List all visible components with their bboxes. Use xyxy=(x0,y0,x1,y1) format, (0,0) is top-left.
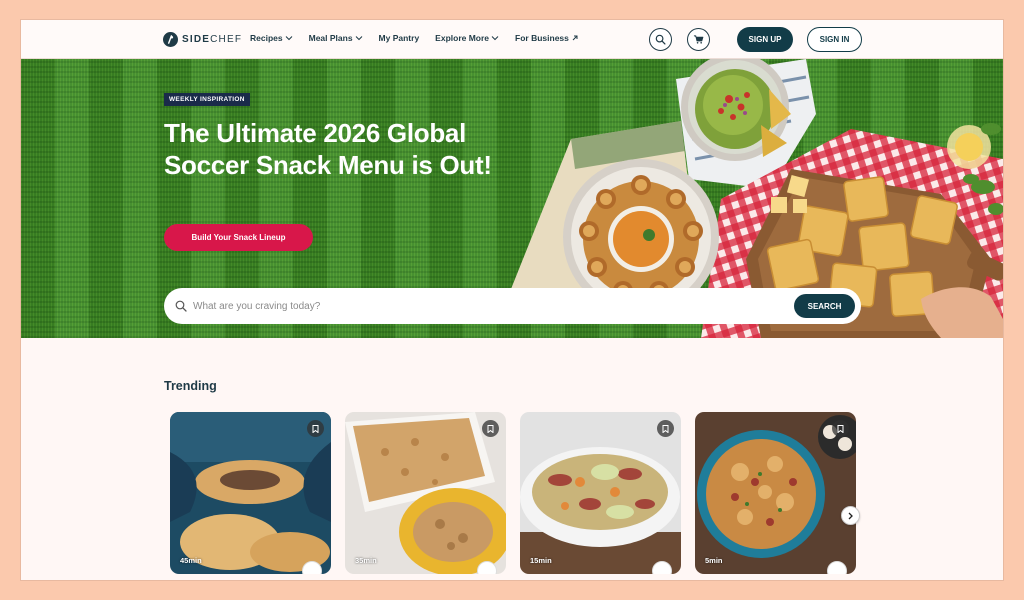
bookmark-button[interactable] xyxy=(657,420,674,437)
bookmark-button[interactable] xyxy=(482,420,499,437)
recipe-photo xyxy=(345,412,506,574)
hero-banner: WEEKLY INSPIRATION The Ultimate 2026 Glo… xyxy=(21,59,1003,338)
carousel-next-button[interactable] xyxy=(841,506,860,525)
hero-title: The Ultimate 2026 Global Soccer Snack Me… xyxy=(164,118,492,180)
cook-time: 15min xyxy=(530,556,552,565)
main-nav: Recipes Meal Plans My Pantry Explore Mor… xyxy=(250,33,595,43)
chevron-down-icon xyxy=(491,36,499,41)
recipe-card[interactable]: 15min xyxy=(520,412,681,574)
nav-recipes-label: Recipes xyxy=(250,33,283,43)
trending-heading: Trending xyxy=(164,379,217,393)
chevron-right-icon xyxy=(848,512,853,519)
nav-meal-plans[interactable]: Meal Plans xyxy=(309,33,363,43)
cook-time: 35min xyxy=(355,556,377,565)
author-avatar xyxy=(652,561,672,574)
trending-carousel: 45min 35min 15min 5min xyxy=(170,412,860,580)
sign-up-button[interactable]: SIGN UP xyxy=(737,27,793,52)
bookmark-icon xyxy=(837,424,844,433)
search-input[interactable] xyxy=(193,300,783,312)
logo-text: SIDECHEF xyxy=(182,33,243,45)
cart-icon xyxy=(693,35,704,44)
search-icon xyxy=(175,300,187,312)
nav-recipes[interactable]: Recipes xyxy=(250,33,293,43)
chevron-down-icon xyxy=(285,36,292,41)
nav-meal-plans-label: Meal Plans xyxy=(308,33,353,43)
browser-window: SIDECHEF Recipes Meal Plans My Pantry Ex… xyxy=(21,20,1003,580)
top-navigation: SIDECHEF Recipes Meal Plans My Pantry Ex… xyxy=(21,20,1003,59)
nav-explore-more[interactable]: Explore More xyxy=(435,33,499,43)
cook-time: 5min xyxy=(705,556,723,565)
nav-my-pantry-label: My Pantry xyxy=(378,33,420,43)
external-arrow-icon xyxy=(572,35,578,41)
recipe-photo xyxy=(520,412,681,574)
chevron-down-icon xyxy=(355,36,362,41)
search-submit-button[interactable]: SEARCH xyxy=(794,294,855,318)
recipe-photo xyxy=(695,412,856,574)
author-avatar xyxy=(477,561,497,574)
bookmark-button[interactable] xyxy=(307,420,324,437)
recipe-search-bar: SEARCH xyxy=(164,288,861,324)
bookmark-icon xyxy=(487,424,494,433)
bookmark-icon xyxy=(662,424,669,433)
sidechef-logo[interactable]: SIDECHEF xyxy=(163,30,242,48)
bookmark-button[interactable] xyxy=(832,420,849,437)
cook-time: 45min xyxy=(180,556,202,565)
recipe-photo xyxy=(170,412,331,574)
weekly-inspiration-badge: WEEKLY INSPIRATION xyxy=(164,93,250,106)
nav-for-business-label: For Business xyxy=(515,33,569,43)
recipe-card[interactable]: 45min xyxy=(170,412,331,574)
bookmark-icon xyxy=(312,424,319,433)
sign-in-button[interactable]: SIGN IN xyxy=(807,27,862,52)
cart-button[interactable] xyxy=(687,28,710,51)
nav-for-business[interactable]: For Business xyxy=(515,33,579,43)
recipe-card[interactable]: 35min xyxy=(345,412,506,574)
nav-explore-more-label: Explore More xyxy=(435,33,490,43)
nav-my-pantry[interactable]: My Pantry xyxy=(379,33,420,43)
search-icon xyxy=(655,34,666,45)
recipe-card[interactable]: 5min xyxy=(695,412,856,574)
search-button[interactable] xyxy=(649,28,672,51)
author-avatar xyxy=(827,561,847,574)
build-snack-lineup-button[interactable]: Build Your Snack Lineup xyxy=(164,224,313,251)
author-avatar xyxy=(302,561,322,574)
logo-mark-icon xyxy=(163,31,178,47)
